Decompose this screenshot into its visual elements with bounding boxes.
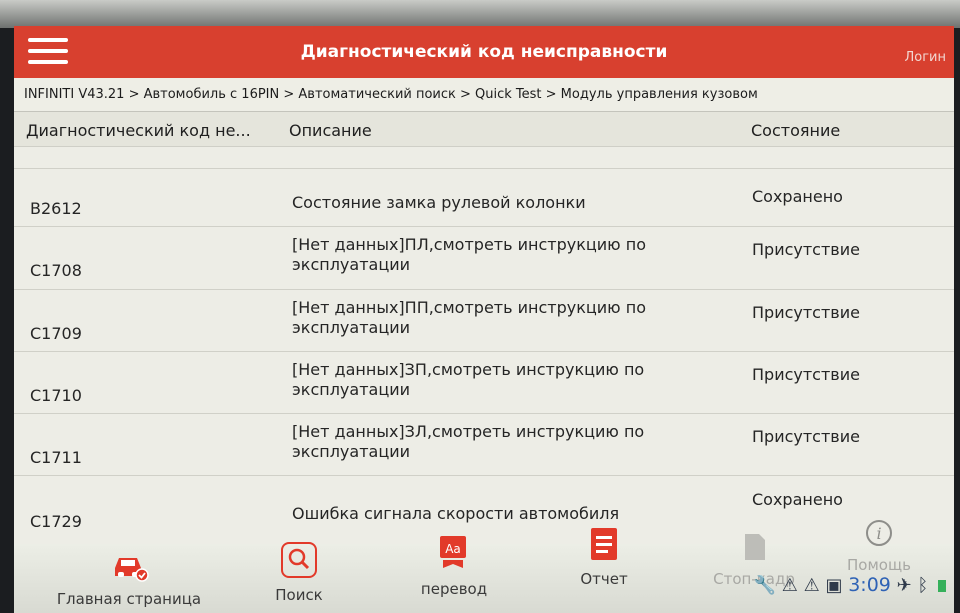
dtc-state: Сохранено bbox=[752, 490, 843, 509]
table-row[interactable]: C1711 [Нет данных]ЗЛ,смотреть инструкцию… bbox=[14, 414, 954, 476]
help-icon: i bbox=[866, 520, 892, 546]
dtc-description: Состояние замка рулевой колонки bbox=[292, 193, 586, 212]
wrench-icon: 🔧 bbox=[753, 575, 776, 596]
translate-label: перевод bbox=[420, 580, 488, 598]
home-label: Главная страница bbox=[56, 590, 202, 608]
warning-icon: ⚠ bbox=[803, 575, 820, 596]
dtc-code: B2612 bbox=[30, 199, 82, 218]
dtc-description: Ошибка сигнала скорости автомобиля bbox=[292, 504, 620, 523]
help-button[interactable]: i Помощь bbox=[844, 518, 914, 574]
device-bezel bbox=[0, 0, 960, 28]
table-row[interactable]: C1708 [Нет данных]ПЛ,смотреть инструкцию… bbox=[14, 227, 954, 290]
help-label: Помощь bbox=[847, 556, 911, 574]
table-row[interactable]: C1710 [Нет данных]ЗП,смотреть инструкцию… bbox=[14, 352, 954, 414]
search-icon bbox=[281, 542, 317, 578]
table-row[interactable]: C1709 [Нет данных]ПП,смотреть инструкцию… bbox=[14, 290, 954, 352]
app-header: Диагностический код неисправности Логин bbox=[14, 26, 954, 78]
system-status-bar: 🔧 ⚠ ⚠ ▣ 3:09 ✈ ᛒ bbox=[754, 574, 946, 596]
column-header-state[interactable]: Состояние bbox=[751, 121, 840, 140]
bottom-toolbar: Главная страница Поиск Aa перевод Отчет … bbox=[14, 520, 954, 613]
airplane-icon: ✈ bbox=[896, 575, 912, 596]
dtc-description: [Нет данных]ЗЛ,смотреть инструкцию по эк… bbox=[292, 422, 645, 461]
search-button[interactable]: Поиск bbox=[259, 542, 339, 604]
report-icon bbox=[591, 528, 617, 560]
report-button[interactable]: Отчет bbox=[569, 526, 639, 588]
dtc-description: [Нет данных]ЗП,смотреть инструкцию по эк… bbox=[292, 360, 645, 399]
warning-icon: ⚠ bbox=[781, 575, 798, 596]
dtc-list: B2612 Состояние замка рулевой колонки Со… bbox=[14, 147, 954, 544]
translate-button[interactable]: Aa перевод bbox=[409, 534, 499, 598]
svg-text:Aa: Aa bbox=[445, 542, 461, 556]
table-row[interactable]: C1729 Ошибка сигнала скорости автомобиля… bbox=[14, 476, 954, 543]
battery-icon bbox=[938, 580, 946, 592]
dtc-state: Присутствие bbox=[752, 427, 860, 446]
dtc-code: C1708 bbox=[30, 261, 82, 280]
dtc-state: Присутствие bbox=[752, 303, 860, 322]
bluetooth-icon: ᛒ bbox=[917, 575, 929, 596]
login-button[interactable]: Логин bbox=[904, 50, 946, 65]
dtc-code: C1709 bbox=[30, 324, 82, 343]
app-screen: Диагностический код неисправности Логин … bbox=[14, 26, 954, 613]
table-header: Диагностический код не... Описание Состо… bbox=[14, 112, 954, 147]
freeze-frame-icon bbox=[745, 534, 765, 560]
dtc-code: C1710 bbox=[30, 386, 82, 405]
dtc-state: Присутствие bbox=[752, 240, 860, 259]
svg-text:i: i bbox=[876, 524, 881, 543]
table-row-partial bbox=[14, 147, 954, 169]
dtc-description: [Нет данных]ПП,смотреть инструкцию по эк… bbox=[292, 298, 646, 337]
dtc-code: C1711 bbox=[30, 448, 82, 467]
clock: 3:09 bbox=[848, 574, 891, 596]
page-title: Диагностический код неисправности bbox=[300, 42, 668, 62]
dtc-state: Сохранено bbox=[752, 187, 843, 206]
home-button[interactable]: Главная страница bbox=[44, 550, 214, 608]
search-label: Поиск bbox=[275, 586, 323, 604]
image-icon: ▣ bbox=[825, 575, 843, 596]
car-home-icon bbox=[115, 558, 149, 582]
breadcrumb: INFINITI V43.21 > Автомобиль с 16PIN > А… bbox=[14, 78, 954, 112]
table-row[interactable]: B2612 Состояние замка рулевой колонки Со… bbox=[14, 169, 954, 227]
report-label: Отчет bbox=[580, 570, 628, 588]
dtc-state: Присутствие bbox=[752, 365, 860, 384]
dtc-description: [Нет данных]ПЛ,смотреть инструкцию по эк… bbox=[292, 235, 646, 274]
dtc-code: C1729 bbox=[30, 512, 82, 531]
column-header-code[interactable]: Диагностический код не... bbox=[26, 121, 251, 140]
translate-icon: Aa bbox=[440, 536, 466, 568]
column-header-description[interactable]: Описание bbox=[289, 121, 372, 140]
